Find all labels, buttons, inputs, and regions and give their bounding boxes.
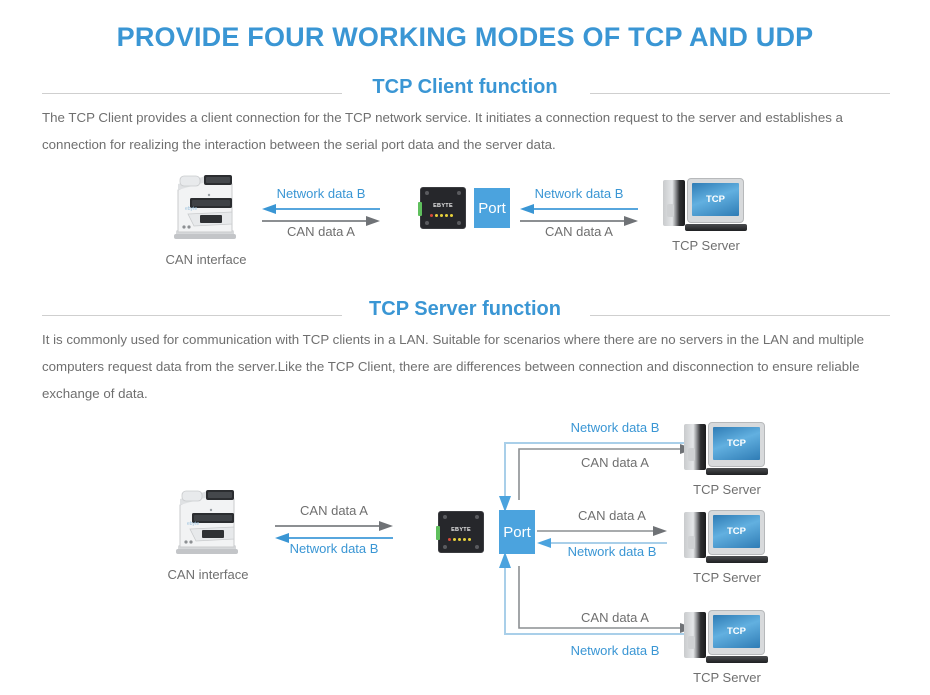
- monitor-icon: TCP: [708, 510, 765, 555]
- ebyte-logo-label: EBYTE: [451, 527, 471, 533]
- section-title: TCP Client function: [372, 76, 558, 98]
- can-interface-label: CAN interface: [167, 567, 249, 582]
- branch-captions-3: CAN data A Network data B: [545, 610, 685, 660]
- ebyte-module-device: EBYTE: [418, 187, 466, 229]
- tcp-server-label: TCP Server: [693, 482, 761, 497]
- computer-tower-icon: [663, 180, 685, 226]
- svg-text:ebyte: ebyte: [187, 521, 199, 527]
- branch-captions-1: Network data B CAN data A: [545, 420, 685, 470]
- computer-tower-icon: [684, 612, 706, 658]
- arrow-pair-client-left: Network data B CAN data A: [262, 186, 380, 239]
- screw-icon: [457, 191, 461, 195]
- tcp-server-label: TCP Server: [672, 238, 740, 253]
- caption-network-data-b: Network data B: [534, 186, 624, 201]
- screw-icon: [457, 221, 461, 225]
- tcp-server-device-1: TCP TCP Server: [684, 422, 770, 497]
- port-block-server: Port: [499, 510, 535, 554]
- screen-label: TCP: [713, 427, 760, 460]
- monitor-icon: TCP: [708, 422, 765, 467]
- can-interface-label: CAN interface: [165, 252, 247, 267]
- screw-icon: [425, 191, 429, 195]
- screw-icon: [443, 515, 447, 519]
- caption-can-data-a: CAN data A: [581, 455, 649, 470]
- caption-network-data-b: Network data B: [570, 643, 660, 658]
- led-indicators-icon: [448, 538, 471, 541]
- caption-network-data-b: Network data B: [276, 186, 366, 201]
- led-indicators-icon: [430, 214, 453, 217]
- monitor-icon: TCP: [687, 178, 744, 223]
- can-interface-device: ebyte CAN interface: [166, 170, 246, 267]
- screen-label: TCP: [713, 615, 760, 648]
- tcp-server-device-2: TCP TCP Server: [684, 510, 770, 585]
- tcp-server-device: TCP TCP Server: [663, 178, 749, 253]
- can-interface-device: ebyte CAN interface: [168, 485, 248, 582]
- caption-network-data-b: Network data B: [289, 541, 379, 556]
- divider-right: [590, 93, 890, 94]
- arrow-pair-client-right: Network data B CAN data A: [520, 186, 638, 239]
- tcp-server-label: TCP Server: [693, 570, 761, 585]
- screw-icon: [475, 545, 479, 549]
- keyboard-icon: [685, 224, 747, 231]
- screen-label: TCP: [713, 515, 760, 548]
- screen-label: TCP: [692, 183, 739, 216]
- page-title: PROVIDE FOUR WORKING MODES OF TCP AND UD…: [116, 22, 814, 52]
- caption-network-data-b: Network data B: [570, 420, 660, 435]
- ebyte-logo-label: EBYTE: [433, 203, 453, 209]
- svg-text:ebyte: ebyte: [185, 206, 197, 212]
- port-block-client: Port: [474, 188, 510, 228]
- screw-icon: [425, 221, 429, 225]
- computer-tower-icon: [684, 512, 706, 558]
- caption-network-data-b: Network data B: [567, 544, 657, 559]
- monitor-icon: TCP: [708, 610, 765, 655]
- arrow-pair-server-branch-2: CAN data A Network data B: [537, 508, 677, 560]
- ebyte-module-device: EBYTE: [436, 511, 484, 553]
- keyboard-icon: [706, 656, 768, 663]
- keyboard-icon: [706, 556, 768, 563]
- caption-can-data-a: CAN data A: [581, 610, 649, 625]
- section-paragraph-tcp-server: It is commonly used for communication wi…: [42, 332, 865, 401]
- section-title: TCP Server function: [369, 298, 561, 320]
- computer-tower-icon: [684, 424, 706, 470]
- divider-right: [590, 315, 890, 316]
- caption-can-data-a: CAN data A: [287, 224, 355, 239]
- caption-can-data-a: CAN data A: [578, 508, 646, 523]
- tcp-server-label: TCP Server: [693, 670, 761, 685]
- caption-can-data-a: CAN data A: [300, 503, 368, 518]
- infographic-page: PROVIDE FOUR WORKING MODES OF TCP AND UD…: [0, 0, 930, 695]
- keyboard-icon: [706, 468, 768, 475]
- section-paragraph-tcp-client: The TCP Client provides a client connect…: [42, 110, 843, 152]
- tcp-server-device-3: TCP TCP Server: [684, 610, 770, 685]
- screw-icon: [443, 545, 447, 549]
- can-interface-icon: ebyte: [174, 175, 236, 239]
- can-interface-icon: ebyte: [176, 490, 238, 554]
- arrow-pair-server-left: CAN data A Network data B: [275, 503, 393, 556]
- screw-icon: [475, 515, 479, 519]
- caption-can-data-a: CAN data A: [545, 224, 613, 239]
